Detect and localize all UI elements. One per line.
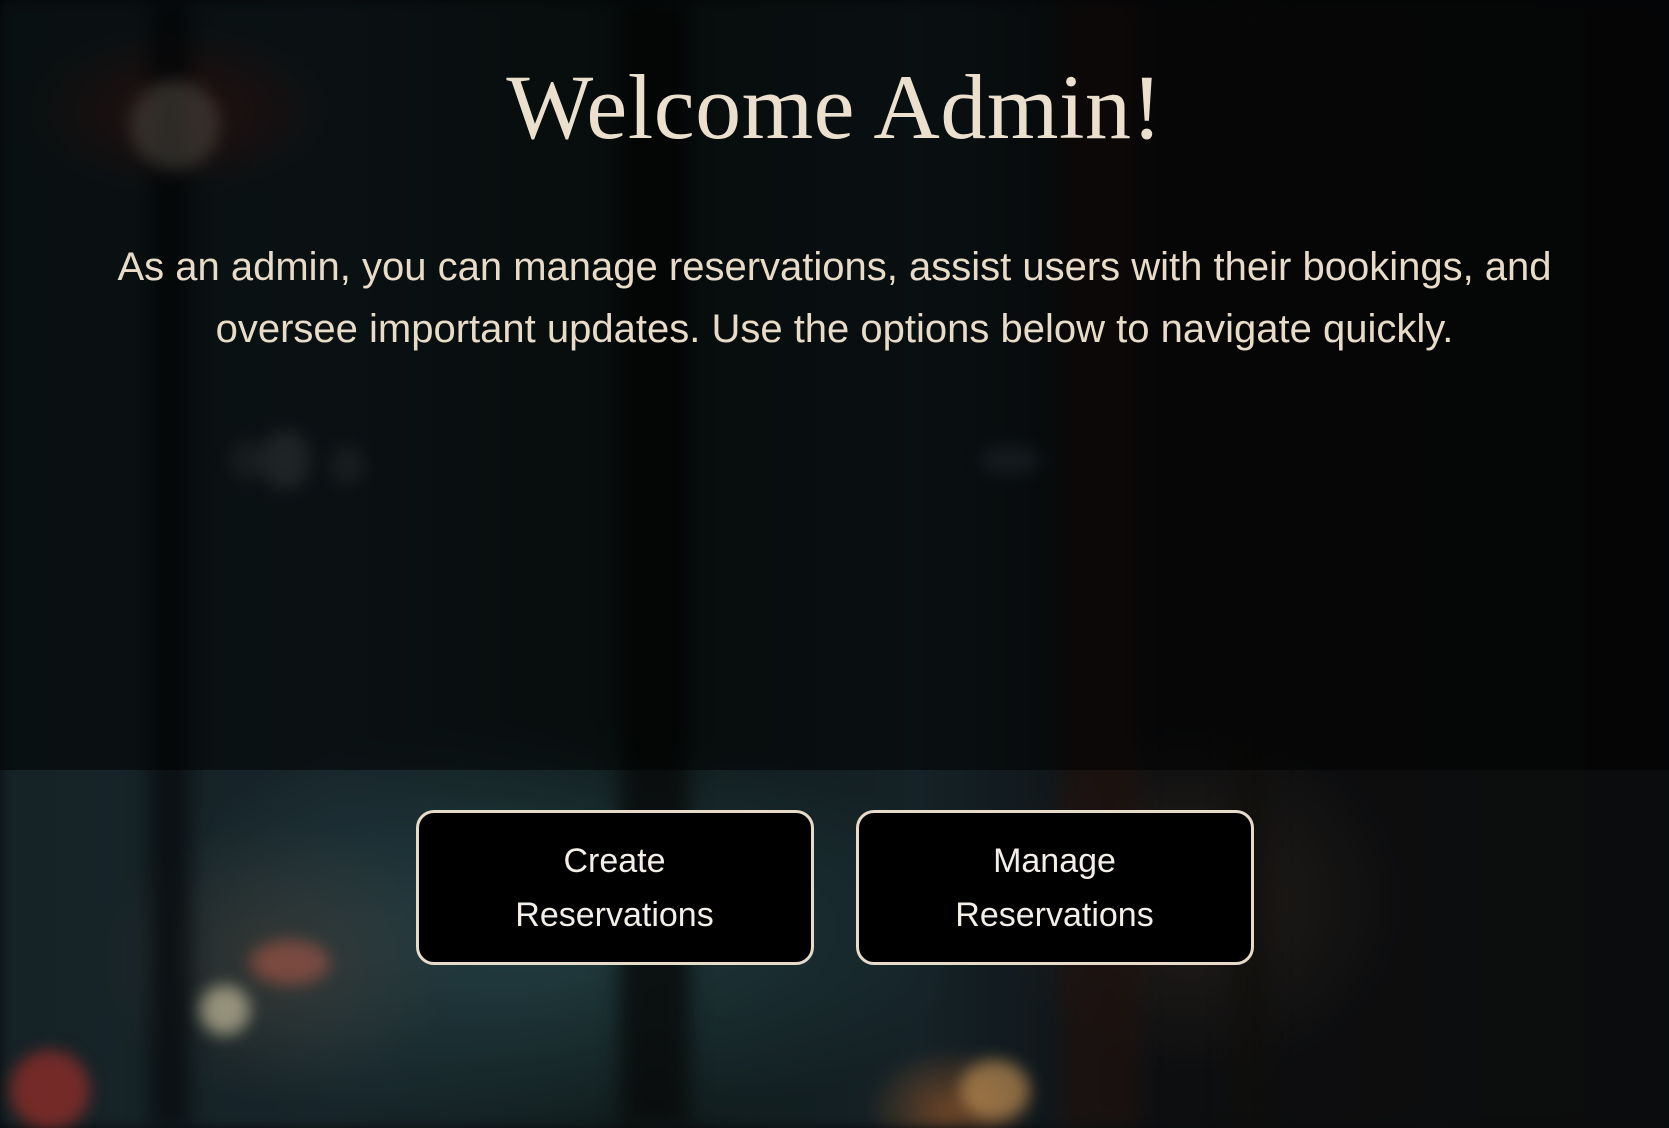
intro-text: As an admin, you can manage reservations… (117, 245, 1552, 351)
page-title: Welcome Admin! (506, 56, 1163, 158)
admin-dashboard-page: Welcome Admin! As an admin, you can mana… (0, 0, 1669, 1128)
create-reservations-label: Create Reservations (515, 841, 714, 934)
action-buttons: Create Reservations Manage Reservations (0, 810, 1669, 965)
manage-reservations-label: Manage Reservations (955, 841, 1154, 934)
manage-reservations-button[interactable]: Manage Reservations (855, 810, 1254, 965)
create-reservations-button[interactable]: Create Reservations (415, 810, 814, 965)
